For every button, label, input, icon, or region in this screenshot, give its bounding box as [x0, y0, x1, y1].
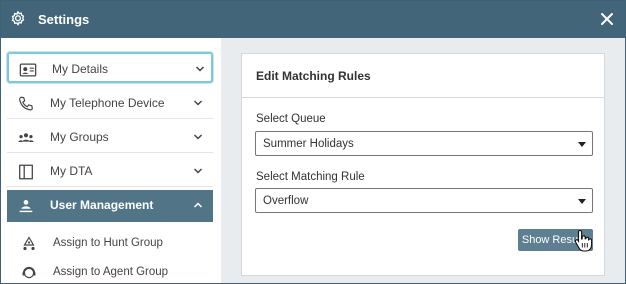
sub-item-label: Assign to Hunt Group — [53, 237, 163, 249]
hunt-group-icon — [23, 236, 35, 251]
panel-icon — [19, 164, 33, 180]
close-icon[interactable] — [599, 11, 615, 27]
caret-down-icon — [578, 142, 586, 147]
id-card-icon — [19, 63, 37, 77]
select-queue-label: Select Queue — [256, 113, 326, 125]
caret-down-icon — [578, 199, 586, 204]
sidebar-item-my-telephone-device[interactable]: My Telephone Device — [7, 88, 213, 119]
chevron-down-icon — [195, 66, 205, 72]
sidebar-item-label: My DTA — [50, 164, 93, 178]
main-content: Edit Matching Rules Select Queue Summer … — [221, 38, 625, 283]
phone-icon — [19, 96, 33, 111]
sidebar-item-my-dta[interactable]: My DTA — [7, 156, 213, 187]
sidebar-item-label: My Telephone Device — [50, 96, 165, 110]
panel-title: Edit Matching Rules — [256, 69, 371, 83]
gear-icon — [11, 10, 25, 26]
settings-window: Settings My Details My Telephone Device — [0, 0, 626, 284]
panel-header: Edit Matching Rules — [242, 54, 604, 98]
sidebar-item-my-details[interactable]: My Details — [7, 52, 213, 83]
chevron-down-icon — [193, 134, 203, 140]
chevron-down-icon — [193, 100, 203, 106]
select-matching-rule-label: Select Matching Rule — [256, 171, 365, 183]
matching-rule-select[interactable]: Overflow — [255, 188, 593, 213]
hand-pointer-cursor-icon — [574, 229, 592, 252]
matching-rule-select-value: Overflow — [263, 195, 309, 207]
sidebar-item-label: My Groups — [50, 130, 109, 144]
window-title: Settings — [38, 12, 90, 27]
agent-group-icon — [22, 266, 36, 279]
queue-select-value: Summer Holidays — [263, 138, 354, 150]
chevron-up-icon — [193, 202, 203, 208]
sidebar-item-my-groups[interactable]: My Groups — [7, 122, 213, 153]
edit-matching-rules-panel: Edit Matching Rules Select Queue Summer … — [241, 53, 605, 276]
queue-select[interactable]: Summer Holidays — [255, 131, 593, 156]
title-bar: Settings — [1, 1, 625, 38]
sidebar: My Details My Telephone Device My Groups — [1, 38, 221, 283]
sub-item-label: Assign to Agent Group — [53, 266, 169, 278]
chevron-down-icon — [193, 168, 203, 174]
user-management-icon — [19, 200, 33, 213]
sidebar-item-label: User Management — [50, 198, 154, 212]
group-icon — [18, 133, 34, 143]
sidebar-item-label: My Details — [52, 62, 109, 76]
sidebar-item-user-management[interactable]: User Management — [7, 190, 213, 222]
